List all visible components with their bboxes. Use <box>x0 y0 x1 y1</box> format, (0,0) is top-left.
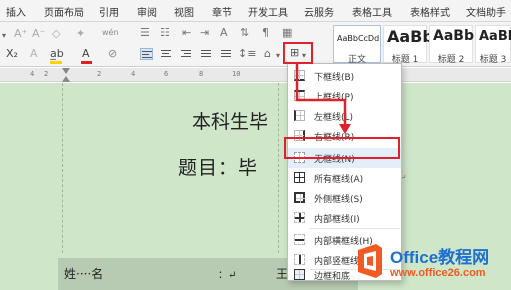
clear-format-icon[interactable]: ◇ <box>52 28 60 40</box>
name-label: 姓····名 <box>64 267 104 281</box>
document-title-line: 本科生毕 <box>192 111 269 133</box>
ruler-number: 4 <box>30 70 35 78</box>
highlight-color-swatch <box>50 61 62 64</box>
menu-item-label: 边框和底 <box>314 272 351 282</box>
text-effect-icon[interactable]: ✦ <box>76 28 85 40</box>
watermark-url: www.office26.com <box>390 267 486 279</box>
font-color-icon[interactable]: A <box>82 48 90 60</box>
show-marks-icon[interactable]: ¶ <box>262 27 269 39</box>
decrease-indent-icon[interactable]: ⇤ <box>182 27 191 39</box>
style-normal[interactable]: AaBbCcDd 正文 <box>333 25 381 65</box>
ruler-number: 10 <box>232 70 241 78</box>
inside-vertical-border-icon <box>294 254 305 265</box>
tab-chapter[interactable]: 章节 <box>212 4 232 19</box>
style-sample: AaBb <box>387 27 434 46</box>
align-right-button[interactable] <box>180 48 193 60</box>
align-center-button[interactable] <box>160 48 173 60</box>
style-heading-3[interactable]: AaBb 标题 3 <box>475 25 511 65</box>
menu-item-label: 所有框线(A) <box>314 175 364 185</box>
shading-dropdown-icon[interactable]: ▾ <box>276 50 280 62</box>
shading-icon[interactable]: ⌂ <box>264 48 271 60</box>
tab-page-layout[interactable]: 页面布局 <box>44 4 84 19</box>
paragraph-settings-icon[interactable]: ▦ <box>282 27 292 39</box>
bullet-list-icon[interactable]: ☰ <box>140 27 150 39</box>
increase-indent-icon[interactable]: ⇥ <box>200 27 209 39</box>
margin-guide <box>278 83 279 253</box>
document-topic-line: 题目：毕 <box>178 157 259 179</box>
annotation-arrow-icon <box>295 64 351 134</box>
tab-view[interactable]: 视图 <box>174 4 194 19</box>
ruler-number: 2 <box>44 70 49 78</box>
margin-guide <box>62 83 63 253</box>
menu-separator <box>310 228 400 229</box>
tab-document-assistant[interactable]: 文档助手 <box>466 4 506 19</box>
font-color-swatch <box>81 61 92 64</box>
numbered-list-icon[interactable]: ☷ <box>160 27 170 39</box>
ruler-number: 6 <box>164 70 169 78</box>
first-line-indent-marker[interactable] <box>62 68 70 75</box>
office-logo-icon <box>358 244 382 278</box>
style-sample: AaBbCcDd <box>337 34 380 43</box>
name-colon: ：↵ <box>218 270 237 281</box>
ruler-number: 4 <box>131 70 136 78</box>
highlight-color-icon[interactable]: a̲b <box>50 48 64 60</box>
style-sample: AaBb( <box>433 28 481 44</box>
subscript-button[interactable]: X₂ <box>6 48 18 60</box>
outside-borders-icon <box>294 192 305 203</box>
menu-bar: 插入 页面布局 引用 审阅 视图 章节 开发工具 云服务 表格工具 表格样式 文… <box>0 0 511 22</box>
style-heading-1[interactable]: AaBb 标题 1 <box>383 25 434 65</box>
ruler-number: 8 <box>199 70 204 78</box>
hanging-indent-marker[interactable] <box>62 76 70 82</box>
menu-item-all-borders[interactable]: 所有框线(A) <box>288 168 401 188</box>
menu-item-label: 内部框线(I) <box>314 215 360 225</box>
borders-and-shading-icon <box>294 269 305 280</box>
align-left-button[interactable] <box>140 48 153 60</box>
distributed-align-button[interactable] <box>220 48 233 60</box>
chinese-layout-icon[interactable]: A <box>220 27 228 39</box>
menu-item-outside-borders[interactable]: 外侧框线(S) <box>288 188 401 208</box>
tab-review[interactable]: 审阅 <box>137 4 157 19</box>
style-name: 标题 3 <box>479 55 507 65</box>
text-effect-dropdown-icon[interactable]: A <box>30 48 38 60</box>
sort-icon[interactable]: ⇅ <box>240 27 249 39</box>
menu-item-label: 外侧框线(S) <box>314 195 363 205</box>
inside-horizontal-border-icon <box>294 234 305 245</box>
tab-references[interactable]: 引用 <box>99 4 119 19</box>
inside-borders-icon <box>294 212 305 223</box>
font-size-dropdown-icon[interactable]: ▾ <box>2 30 6 42</box>
horizontal-ruler[interactable]: 4 2 2 4 6 8 10 <box>0 68 511 82</box>
style-heading-2[interactable]: AaBb( 标题 2 <box>429 25 480 65</box>
no-border-highlight <box>284 137 400 159</box>
justify-button[interactable] <box>200 48 213 60</box>
grow-font-button[interactable]: A⁺ <box>14 28 27 40</box>
menu-item-inside-borders[interactable]: 内部框线(I) <box>288 208 401 228</box>
pinyin-guide-icon[interactable]: wén <box>102 27 119 39</box>
style-sample: AaBb <box>479 29 511 44</box>
line-spacing-icon[interactable]: ↕≡ <box>238 48 256 60</box>
watermark: Office教程网 www.office26.com <box>352 238 511 288</box>
style-name: 标题 2 <box>437 55 465 65</box>
ruler-number: 2 <box>97 70 102 78</box>
all-borders-icon <box>294 172 305 183</box>
shrink-font-button[interactable]: A⁻ <box>32 28 45 40</box>
tab-table-tools[interactable]: 表格工具 <box>352 4 392 19</box>
watermark-brand: Office教程网 <box>390 248 490 267</box>
ribbon-toolbar: ▾ A⁺ A⁻ ◇ ✦ wén ☰ ☷ ⇤ ⇥ A ⇅ ¶ ▦ X₂ A a̲b… <box>0 22 511 67</box>
tab-cloud-services[interactable]: 云服务 <box>304 4 334 19</box>
character-border-icon[interactable]: ⊘ <box>108 48 117 60</box>
tab-table-style[interactable]: 表格样式 <box>410 4 450 19</box>
tab-developer-tools[interactable]: 开发工具 <box>248 4 288 19</box>
tab-insert[interactable]: 插入 <box>6 4 26 19</box>
